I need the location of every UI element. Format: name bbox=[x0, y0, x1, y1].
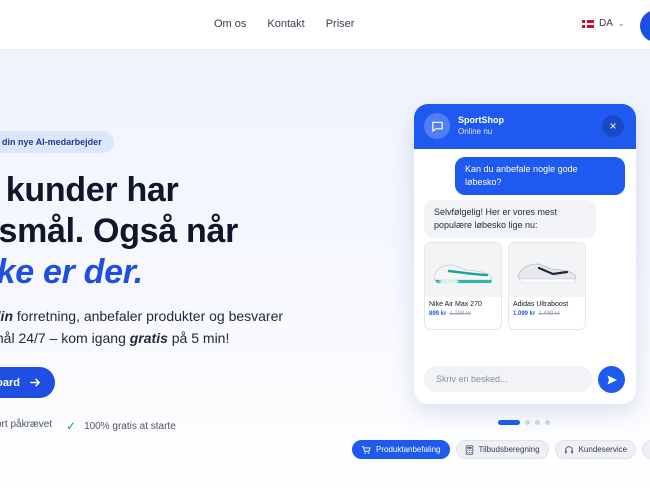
chat-header: SportShop Online nu × bbox=[414, 104, 636, 149]
hero-headline: e kunder har gsmål. Også når kke er der. bbox=[0, 170, 238, 293]
headline-accent-line: kke er der. bbox=[0, 253, 143, 291]
language-selector[interactable]: DA ⌄ bbox=[582, 18, 625, 29]
nav-link-about[interactable]: Om os bbox=[214, 18, 246, 30]
subtext-line-1: forretning, anbefaler produkter og besva… bbox=[13, 308, 284, 324]
price-old: 1.499 kr bbox=[538, 311, 561, 317]
product-name: Adidas Ultraboost bbox=[513, 301, 569, 308]
trust-label-free: 100% gratis at starte bbox=[84, 420, 176, 432]
subtext-bold-gratis: gratis bbox=[129, 330, 168, 346]
carousel-dot[interactable] bbox=[545, 420, 550, 425]
headline-line-1: e kunder har bbox=[0, 171, 179, 209]
trust-item-card: ort påkrævet bbox=[0, 419, 52, 430]
pill-label: Tilbudsberegning bbox=[478, 445, 540, 454]
pill-more[interactable] bbox=[642, 440, 650, 459]
headline-line-2: gsmål. Også når bbox=[0, 212, 239, 250]
pill-offer-calculation[interactable]: Tilbudsberegning bbox=[455, 440, 549, 459]
pill-product-recommendation[interactable]: Produktanbefaling bbox=[352, 440, 450, 459]
close-icon[interactable]: × bbox=[602, 115, 624, 137]
headset-icon bbox=[564, 445, 573, 453]
product-card[interactable]: Nike Air Max 270 899 kr 1.199 kr bbox=[424, 242, 502, 330]
chat-bubble-icon bbox=[424, 113, 450, 139]
carousel-indicators bbox=[498, 420, 550, 425]
subtext-line-2-start: mål 24/7 – kom igang bbox=[0, 330, 130, 346]
product-price: 1.099 kr 1.499 kr bbox=[509, 308, 585, 317]
language-code: DA bbox=[599, 18, 613, 29]
pill-customer-service[interactable]: Kundeservice bbox=[554, 440, 637, 459]
cart-icon bbox=[361, 445, 371, 454]
subtext-bold-din: din bbox=[0, 308, 13, 324]
nav-link-pricing[interactable]: Priser bbox=[326, 18, 355, 30]
hero-badge: din nye AI-medarbejder bbox=[0, 131, 114, 153]
feature-pills: Produktanbefaling Tilbudsberegning Kunde… bbox=[352, 440, 650, 459]
chevron-down-icon: ⌄ bbox=[617, 19, 625, 28]
chat-widget: SportShop Online nu × Kan du anbefale no… bbox=[414, 104, 636, 404]
chat-message-input[interactable] bbox=[424, 366, 592, 392]
product-name: Nike Air Max 270 bbox=[429, 301, 482, 308]
chat-status: Online nu bbox=[458, 127, 493, 136]
price-current: 899 kr bbox=[429, 311, 447, 317]
check-icon: ✓ bbox=[66, 419, 77, 433]
shoe-image-nike bbox=[425, 243, 501, 297]
chat-shop-name: SportShop bbox=[458, 115, 504, 125]
subtext-line-2-end: på 5 min! bbox=[167, 330, 230, 346]
carousel-dot[interactable] bbox=[525, 420, 530, 425]
trust-item-free: ✓ 100% gratis at starte bbox=[66, 419, 176, 433]
main-nav: Om os Kontakt Priser bbox=[214, 18, 354, 30]
carousel-dot-active[interactable] bbox=[498, 420, 520, 425]
bot-message: Selvfølgelig! Her er vores mest populære… bbox=[424, 200, 596, 238]
trust-label-card: ort påkrævet bbox=[0, 419, 53, 430]
price-old: 1.199 kr bbox=[449, 311, 472, 317]
hero-subtext: din forretning, anbefaler produkter og b… bbox=[0, 305, 283, 349]
user-message: Kan du anbefale nogle gode løbesko? bbox=[455, 157, 625, 195]
top-navigation-bar: Om os Kontakt Priser DA ⌄ bbox=[0, 0, 650, 50]
product-price: 899 kr 1.199 kr bbox=[425, 308, 501, 317]
header-cta-button[interactable] bbox=[640, 10, 650, 42]
denmark-flag-icon bbox=[582, 19, 594, 28]
nav-link-contact[interactable]: Kontakt bbox=[267, 18, 304, 30]
send-icon[interactable] bbox=[598, 366, 625, 393]
pill-label: Kundeservice bbox=[578, 445, 628, 454]
carousel-dot[interactable] bbox=[535, 420, 540, 425]
dashboard-button-label: board bbox=[0, 376, 20, 389]
price-current: 1.099 kr bbox=[513, 311, 536, 317]
dashboard-button[interactable]: board bbox=[0, 367, 55, 398]
product-card[interactable]: Adidas Ultraboost 1.099 kr 1.499 kr bbox=[508, 242, 586, 330]
arrow-right-icon bbox=[30, 378, 40, 387]
product-cards: Nike Air Max 270 899 kr 1.199 kr Adidas U… bbox=[424, 242, 586, 330]
shoe-image-adidas bbox=[509, 243, 585, 297]
pill-label: Produktanbefaling bbox=[376, 445, 441, 454]
calculator-icon bbox=[465, 444, 473, 455]
